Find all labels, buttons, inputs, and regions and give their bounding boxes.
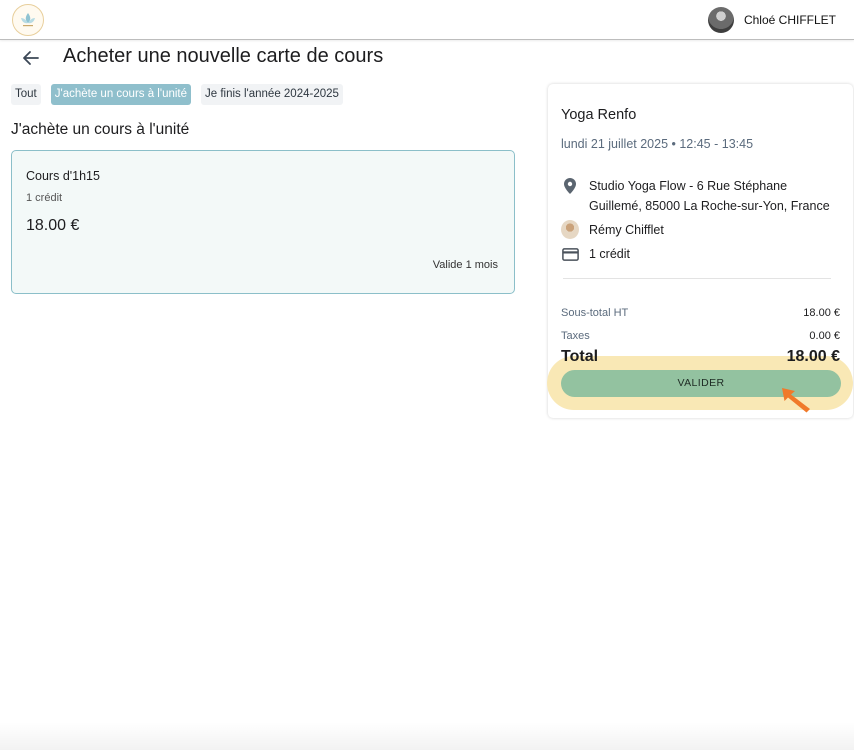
course-title: Yoga Renfo xyxy=(561,107,637,123)
credits-text: 1 crédit xyxy=(589,247,630,261)
back-button[interactable] xyxy=(20,47,42,69)
subtotal-row: Sous-total HT 18.00 € xyxy=(561,307,840,319)
course-credits: 1 crédit xyxy=(561,247,630,261)
course-location: Studio Yoga Flow - 6 Rue Stéphane Guille… xyxy=(561,176,843,216)
total-row: Total 18.00 € xyxy=(561,348,840,366)
course-teacher: Rémy Chifflet xyxy=(561,220,664,239)
filter-chip-finish-year[interactable]: Je finis l'année 2024-2025 xyxy=(201,84,343,105)
taxes-label: Taxes xyxy=(561,330,590,342)
offer-validity: Valide 1 mois xyxy=(432,259,498,271)
user-menu[interactable]: Chloé CHIFFLET xyxy=(707,7,836,33)
offer-card[interactable]: Cours d'1h15 1 crédit 18.00 € Valide 1 m… xyxy=(11,150,515,294)
filter-chip-all[interactable]: Tout xyxy=(11,84,41,105)
filter-chips: Tout J'achète un cours à l'unité Je fini… xyxy=(11,84,343,105)
order-summary-panel: Yoga Renfo lundi 21 juillet 2025 • 12:45… xyxy=(547,84,853,418)
page-title: Acheter une nouvelle carte de cours xyxy=(63,45,384,67)
teacher-name: Rémy Chifflet xyxy=(589,222,664,237)
user-avatar xyxy=(707,7,734,33)
top-bar: Chloé CHIFFLET xyxy=(0,0,854,40)
total-label: Total xyxy=(561,348,599,365)
offer-price: 18.00 € xyxy=(26,217,80,234)
mouse-cursor-icon xyxy=(782,388,810,413)
total-value: 18.00 € xyxy=(786,348,840,365)
course-date: lundi 21 juillet 2025 • 12:45 - 13:45 xyxy=(561,137,754,151)
offer-name: Cours d'1h15 xyxy=(26,169,100,183)
arrow-left-icon xyxy=(23,51,39,65)
location-pin-icon xyxy=(561,176,579,216)
filter-chip-single-class[interactable]: J'achète un cours à l'unité xyxy=(50,84,191,105)
taxes-value: 0.00 € xyxy=(809,330,840,342)
lotus-icon xyxy=(21,13,35,27)
teacher-avatar xyxy=(561,220,579,239)
subtotal-value: 18.00 € xyxy=(803,307,840,319)
subtotal-label: Sous-total HT xyxy=(561,307,629,319)
yoga-flow-logo[interactable] xyxy=(12,4,44,36)
user-name: Chloé CHIFFLET xyxy=(743,13,836,27)
offer-credit: 1 crédit xyxy=(26,192,63,204)
taxes-row: Taxes 0.00 € xyxy=(561,330,840,342)
location-text: Studio Yoga Flow - 6 Rue Stéphane Guille… xyxy=(589,179,830,213)
bottom-shade xyxy=(0,722,854,750)
credit-card-icon xyxy=(561,247,579,261)
section-title: J'achète un cours à l'unité xyxy=(11,121,190,138)
summary-divider xyxy=(563,278,831,279)
